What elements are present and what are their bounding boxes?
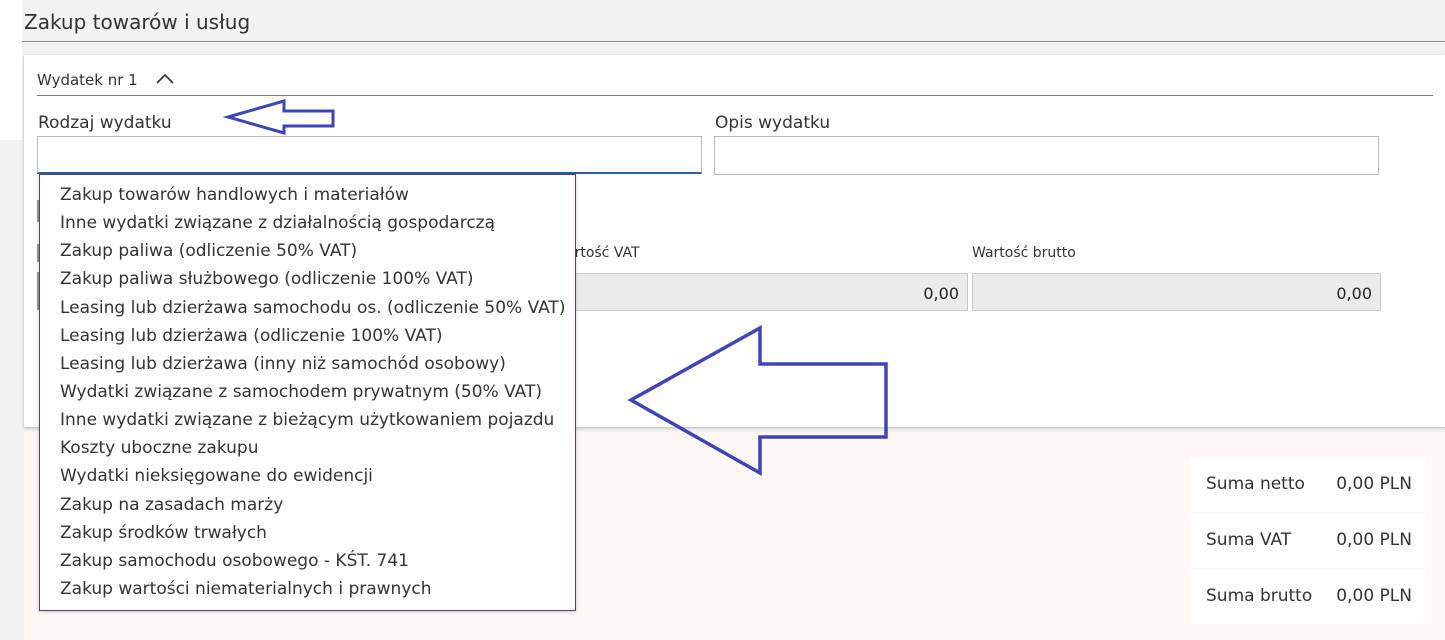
sum-net-row: Suma netto 0,00 PLN	[1190, 458, 1426, 512]
arrow-to-type-label	[222, 99, 335, 135]
sum-gross-row: Suma brutto 0,00 PLN	[1190, 570, 1426, 624]
sum-net-label: Suma netto	[1206, 474, 1305, 494]
sum-gross-value: 0,00 PLN	[1336, 586, 1412, 606]
sum-vat-value: 0,00 PLN	[1336, 530, 1412, 550]
sum-vat-row: Suma VAT 0,00 PLN	[1190, 514, 1426, 568]
sum-vat-label: Suma VAT	[1206, 530, 1292, 550]
arrow-to-dropdown	[627, 325, 888, 477]
sum-net-value: 0,00 PLN	[1336, 474, 1412, 494]
sum-gross-label: Suma brutto	[1206, 586, 1313, 606]
